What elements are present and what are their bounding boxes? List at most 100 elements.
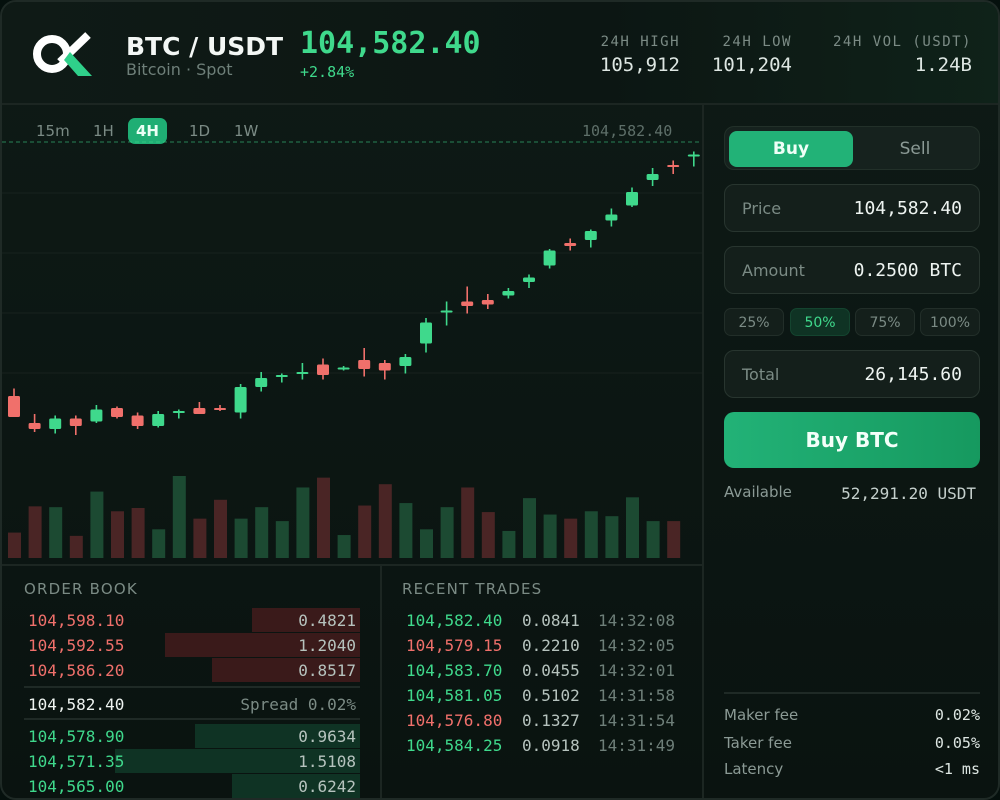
divider <box>24 718 360 720</box>
volume-bar <box>28 506 42 558</box>
ask-row[interactable]: 104,586.20 0.8517 <box>24 658 360 682</box>
bid-row[interactable]: 104,578.90 0.9634 <box>24 724 360 748</box>
fee-label: Maker fee <box>724 706 799 724</box>
candle-body <box>461 301 474 306</box>
volume-bar <box>584 511 598 558</box>
ask-qty: 0.8517 <box>298 661 356 680</box>
candle-body <box>172 411 185 413</box>
percent-25-button[interactable]: 25% <box>724 308 784 336</box>
volume-bar <box>646 521 660 558</box>
chart-grid <box>2 192 702 374</box>
trade-time: 14:32:08 <box>598 611 676 630</box>
volume-bar <box>667 521 681 558</box>
bid-qty: 0.6242 <box>298 777 356 796</box>
ask-row[interactable]: 104,592.55 1.2040 <box>24 633 360 657</box>
volume-bar <box>131 507 145 558</box>
bid-row[interactable]: 104,565.00 0.6242 <box>24 774 360 798</box>
stat-label: 24H HIGH <box>600 34 680 50</box>
fee-value: <1 ms <box>934 760 980 778</box>
last-price: 104,582.40 <box>300 26 481 61</box>
fee-label: Taker fee <box>724 734 792 752</box>
taker-fee-row: Taker fee 0.05% <box>724 734 980 756</box>
fee-value: 0.05% <box>934 734 980 752</box>
volume-bar <box>543 514 557 558</box>
candle-body <box>605 214 618 221</box>
stat-value: 101,204 <box>711 54 792 76</box>
bid-price: 104,565.00 <box>28 777 125 796</box>
mid-price-row: 104,582.40 Spread 0.02% <box>24 692 360 716</box>
trade-price: 104,583.70 <box>406 661 503 680</box>
volume-bars <box>8 476 681 558</box>
candle-body <box>543 250 556 266</box>
volume-bar <box>234 518 248 558</box>
trade-amount: 0.0918 <box>522 736 580 755</box>
price-input[interactable]: 104,582.40 <box>854 198 962 219</box>
bid-qty: 1.5108 <box>298 752 356 771</box>
side-toggle: Buy Sell <box>724 126 980 170</box>
candle-body <box>90 409 103 422</box>
amount-field[interactable]: Amount 0.2500 BTC <box>724 246 980 294</box>
amount-input[interactable]: 0.2500 BTC <box>854 260 962 281</box>
volume-bar <box>90 491 104 558</box>
trade-price: 104,584.25 <box>406 736 503 755</box>
percent-75-button[interactable]: 75% <box>855 308 915 336</box>
price-label: Price <box>742 199 782 218</box>
divider <box>724 692 980 694</box>
bid-price: 104,571.35 <box>28 752 125 771</box>
percent-100-button[interactable]: 100% <box>920 308 980 336</box>
ask-price: 104,592.55 <box>28 636 125 655</box>
candle-body <box>646 174 659 180</box>
panel-divider <box>702 105 704 798</box>
price-chart[interactable] <box>2 105 702 565</box>
candle-body <box>131 415 144 426</box>
stat-value: 105,912 <box>599 54 680 76</box>
total-input[interactable]: 26,145.60 <box>864 364 962 385</box>
candle-body <box>502 291 515 296</box>
buy-btc-button[interactable]: Buy BTC <box>724 412 980 468</box>
order-book-title: ORDER BOOK <box>24 580 138 598</box>
volume-bar <box>626 497 639 558</box>
candle-body <box>584 231 597 240</box>
sell-tab[interactable]: Sell <box>853 131 977 167</box>
volume-bar <box>564 518 578 558</box>
latency-row: Latency <1 ms <box>724 760 980 782</box>
price-field[interactable]: Price 104,582.40 <box>724 184 980 232</box>
candle-body <box>28 423 41 429</box>
stat-label: 24H VOL (USDT) <box>832 34 972 50</box>
volume-bar <box>49 507 63 558</box>
chart-divider <box>2 564 702 566</box>
trade-time: 14:32:05 <box>598 636 676 655</box>
candle-body <box>378 363 391 371</box>
candle-body <box>275 375 288 377</box>
header: BTC / USDT Bitcoin · Spot 104,582.40 +2.… <box>2 2 998 105</box>
fee-value: 0.02% <box>934 706 980 724</box>
amount-label: Amount <box>742 261 805 280</box>
volume-bar <box>152 529 166 558</box>
volume-bar <box>358 505 372 558</box>
volume-bar <box>502 530 516 558</box>
bid-row[interactable]: 104,571.35 1.5108 <box>24 749 360 773</box>
candle-body <box>523 277 535 282</box>
buy-tab[interactable]: Buy <box>729 131 853 167</box>
ask-row[interactable]: 104,598.10 0.4821 <box>24 608 360 632</box>
candle-body <box>296 372 309 374</box>
ask-qty: 0.4821 <box>298 611 356 630</box>
volume-bar <box>337 535 351 558</box>
app-frame: BTC / USDT Bitcoin · Spot 104,582.40 +2.… <box>0 0 1000 800</box>
candle-body <box>420 322 432 344</box>
volume-bar <box>255 507 269 558</box>
candle-body <box>317 364 329 375</box>
percent-50-button[interactable]: 50% <box>790 308 850 336</box>
volume-bar <box>193 518 207 558</box>
trade-price: 104,582.40 <box>406 611 503 630</box>
trade-amount: 0.2210 <box>522 636 580 655</box>
candle-body <box>214 408 226 410</box>
volume-bar <box>378 484 392 558</box>
available-label: Available <box>724 483 792 501</box>
trade-price: 104,579.15 <box>406 636 503 655</box>
volume-bar <box>605 516 619 558</box>
total-field[interactable]: Total 26,145.60 <box>724 350 980 398</box>
volume-bar <box>420 529 433 558</box>
candle-body <box>481 300 494 305</box>
maker-fee-row: Maker fee 0.02% <box>724 706 980 728</box>
